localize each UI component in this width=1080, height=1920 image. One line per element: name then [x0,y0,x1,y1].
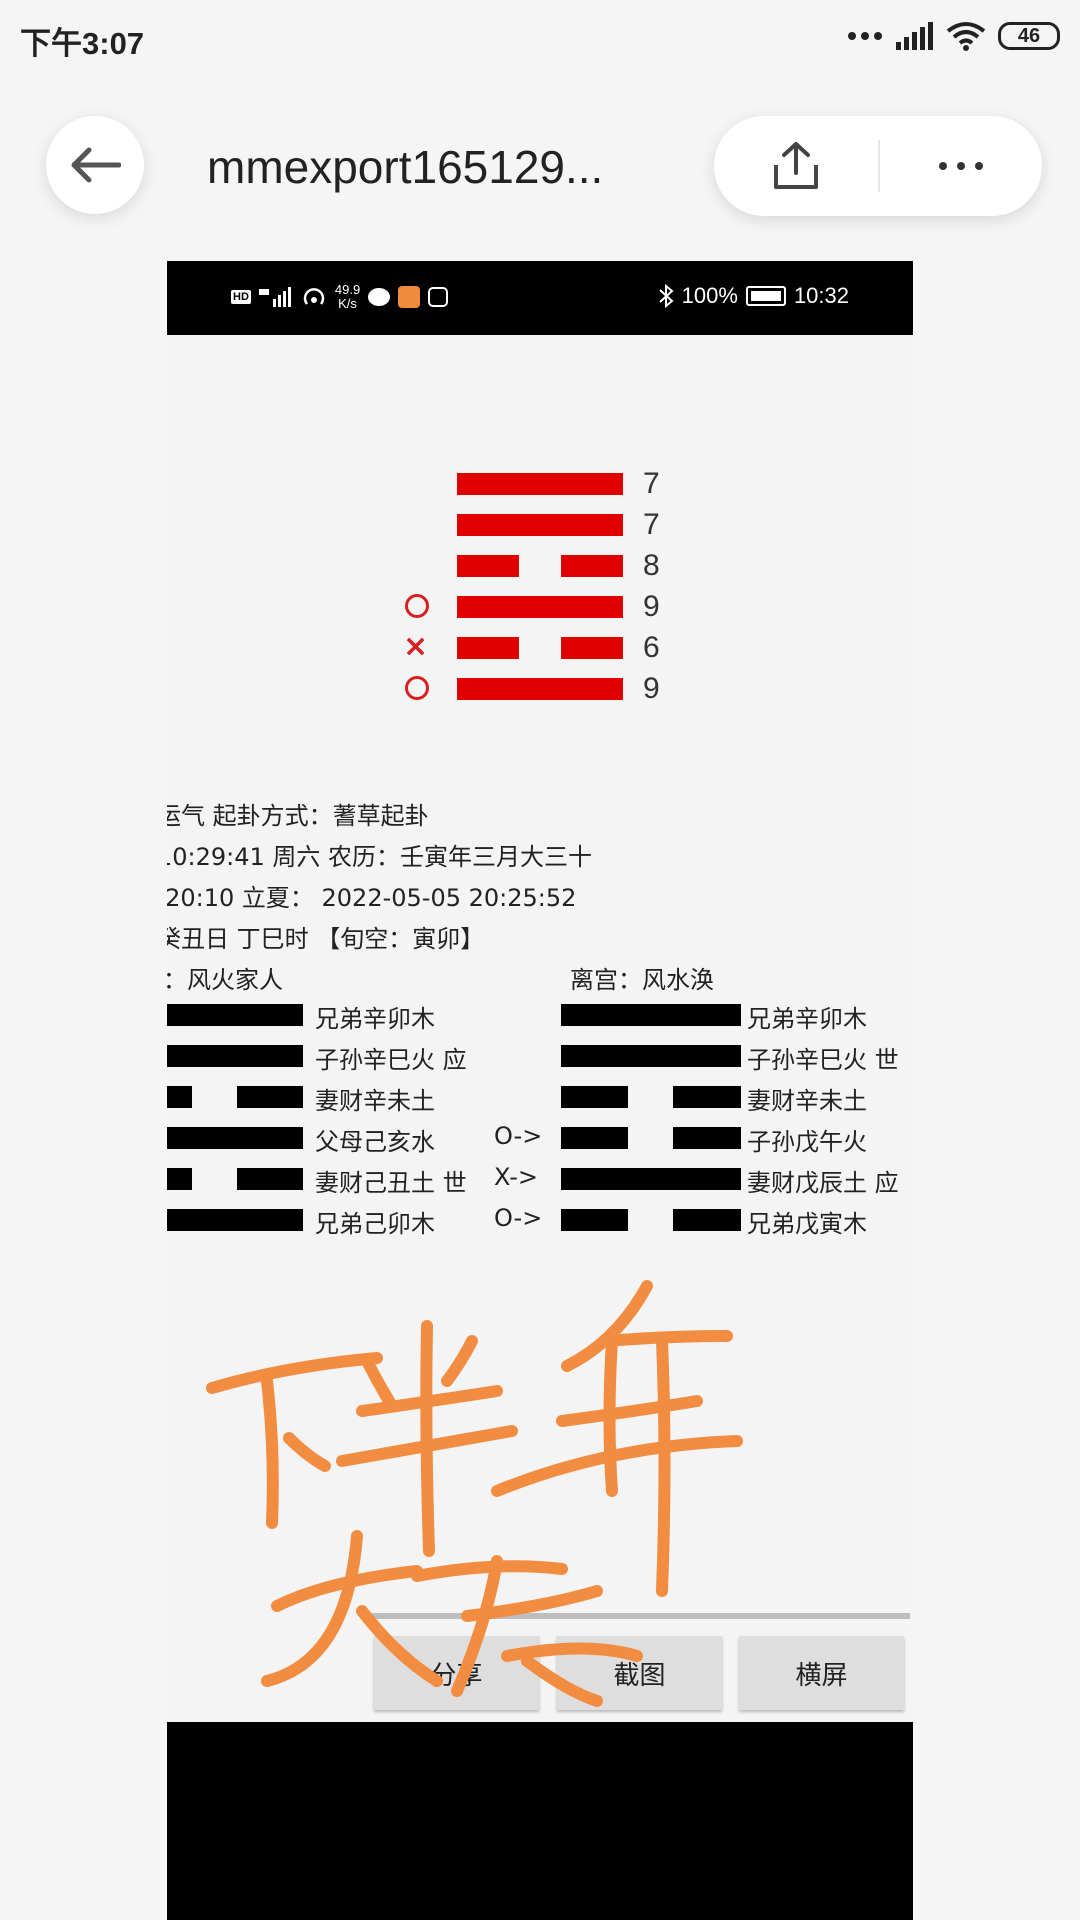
bluetooth-icon [658,284,674,308]
info-line-method: 运气 起卦方式：蓍草起卦 [167,802,429,830]
right-gua-line-segment [673,1127,741,1149]
back-button[interactable] [46,116,144,214]
right-gua-line-segment [561,1086,628,1108]
left-gua-change-marker: X-> [494,1163,539,1191]
info-line-ganzhi: 癸丑日 丁巳时 【旬空：寅卯】 [167,925,485,953]
shield-icon [428,287,449,307]
hexagram-line-broken-segment [457,637,519,659]
info-line-time: 10:29:41 周六 农历：壬寅年三月大三十 [167,843,593,871]
inner-battery-icon [745,286,786,306]
left-gua-line-segment [237,1086,303,1108]
action-pill [714,116,1042,216]
chat-icon [368,288,391,306]
landscape-button[interactable]: 横屏 [739,1636,904,1710]
status-bar: 下午3:07 46 [0,0,1080,70]
screenshot-image: HD 49.9 K/s 100% 10:32 7 7 8 9 6 × 9 运气 … [167,261,913,1920]
button-bar-divider [364,1613,910,1619]
left-gua-line-solid [167,1127,303,1149]
hexagram-line-value: 6 [643,631,660,664]
left-gua-line-label: 妻财己丑土 世 [315,1169,467,1197]
moving-yang-marker [405,676,429,700]
more-notifications-icon [848,32,882,40]
right-gua-line-solid [561,1004,741,1026]
right-gua-line-segment [673,1209,741,1231]
file-name-title: mmexport165129... [207,141,604,193]
left-gua-line-segment [167,1086,192,1108]
share-icon [774,142,818,189]
hotspot-icon [303,288,325,305]
right-gua-line-label: 子孙戊午火 [747,1128,867,1156]
left-gua-line-solid [167,1209,303,1231]
right-gua-line-label: 子孙辛巳火 世 [747,1046,899,1074]
hexagram-line-value: 8 [643,549,660,582]
wifi-icon [946,22,986,51]
moving-yang-marker [405,594,429,618]
inner-status-right: 100% 10:32 [658,283,849,309]
battery-level: 46 [1017,24,1041,47]
hexagram-line-solid [457,514,623,536]
hexagram-line-value: 7 [643,467,660,500]
inner-status-left: HD 49.9 K/s [231,282,449,311]
left-gua-line-label: 妻财辛未土 [315,1087,435,1115]
info-line-solar-term: :20:10 立夏： 2022-05-05 20:25:52 [167,884,577,912]
right-gua-line-solid [561,1168,741,1190]
left-gua-line-label: 兄弟己卯木 [315,1210,435,1238]
hexagram-line-solid [457,596,623,618]
screenshot-button[interactable]: 截图 [557,1636,722,1710]
left-gua-line-solid [167,1045,303,1067]
hexagram-line-broken-segment [561,555,623,577]
hd-icon: HD [231,290,251,304]
share-tab-button[interactable]: 分享 [374,1636,539,1710]
status-time: 下午3:07 [20,26,145,61]
status-icons: 46 [848,18,1060,54]
hexagram-line-value: 9 [643,672,660,705]
left-gua-line-segment [237,1168,303,1190]
left-gua-line-label: 子孙辛巳火 应 [315,1046,467,1074]
hexagram-line-broken-segment [561,637,623,659]
hexagram-line-solid [457,678,623,700]
right-gua-line-segment [561,1127,628,1149]
right-gua-line-segment [673,1086,741,1108]
signal-icon [896,22,933,50]
inner-battery-percent: 100% [681,283,738,308]
hexagram-line-value: 7 [643,508,660,541]
left-gua-change-marker: O-> [494,1122,543,1150]
moving-yin-marker: × [403,629,429,664]
left-gua-title: ：风火家人 [167,966,283,994]
right-gua-line-label: 兄弟戊寅木 [747,1210,867,1238]
left-gua-line-label: 父母己亥水 [315,1128,435,1156]
black-bottom-area [167,1722,913,1920]
inner-status-bar: HD 49.9 K/s 100% 10:32 [167,261,913,335]
right-gua-line-solid [561,1045,741,1067]
hexagram-line-broken-segment [457,555,519,577]
right-gua-title: 离宫：风水涣 [570,966,714,994]
left-gua-change-marker: O-> [494,1204,543,1232]
image-viewer-screen: 下午3:07 46 mmexport165129... HD 49.9 K/s … [0,0,1080,1920]
inner-time: 10:32 [793,283,849,308]
right-gua-line-segment [561,1209,628,1231]
share-button[interactable] [714,116,878,216]
right-gua-line-label: 妻财辛未土 [747,1087,867,1115]
left-gua-line-solid [167,1004,303,1026]
right-gua-line-label: 兄弟辛卯木 [747,1005,867,1033]
left-gua-line-label: 兄弟辛卯木 [315,1005,435,1033]
hexagram-line-value: 9 [643,590,660,623]
battery-icon: 46 [998,22,1060,50]
hexagram-line-solid [457,473,623,495]
arrow-left-icon [71,147,121,183]
network-speed: 49.9 K/s [334,282,361,311]
right-gua-line-label: 妻财戊辰土 应 [747,1169,899,1197]
left-gua-line-segment [167,1168,192,1190]
app-notification-icon [398,286,421,308]
inner-signal-icon [258,287,291,307]
more-options-button[interactable] [880,116,1042,216]
